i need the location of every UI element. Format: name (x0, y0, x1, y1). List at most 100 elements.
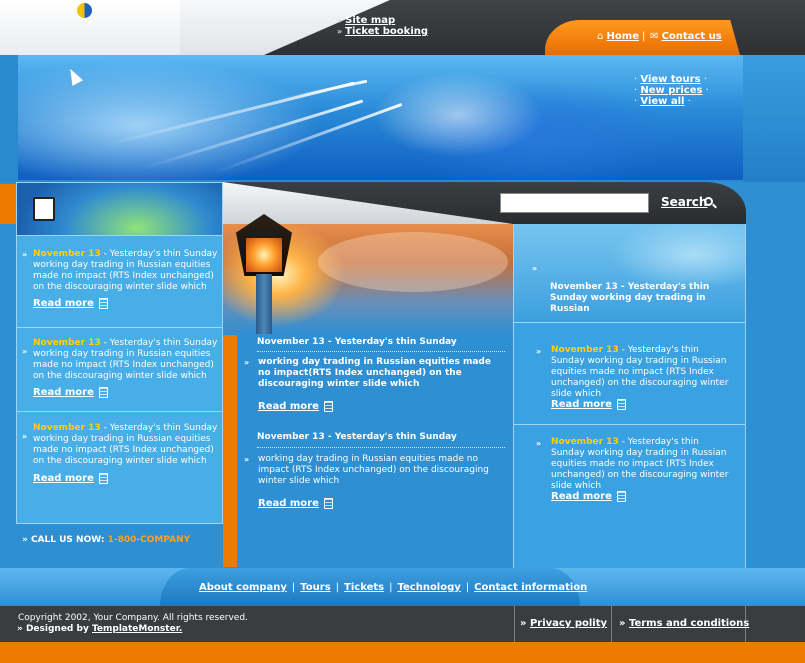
bullet-icon: » (337, 27, 343, 36)
separator: | (465, 582, 470, 593)
site-map-link[interactable]: Site map (345, 15, 395, 26)
document-icon (323, 498, 333, 509)
bullet-icon: » (244, 358, 250, 367)
left-news-item: » November 13 - Yesterday's thin Sunday … (17, 327, 222, 411)
footer-link-contact[interactable]: Contact information (474, 582, 587, 593)
footer-link-technology[interactable]: Technology (398, 582, 461, 593)
contrail-graphic (278, 79, 368, 102)
privacy-link[interactable]: Privacy polity (530, 618, 607, 629)
read-more-link[interactable]: Read more (258, 498, 319, 509)
banner-link-view-tours[interactable]: · View tours · (634, 74, 707, 85)
terms-link[interactable]: Terms and conditions (629, 618, 749, 629)
call-us-area (16, 524, 223, 566)
logo-icon[interactable] (77, 3, 92, 18)
speech-bubble-graphic (318, 232, 508, 292)
call-us-now: » CALL US NOW: 1-800-COMPANY (22, 535, 190, 545)
dot-icon: · (703, 74, 707, 85)
right-edge (746, 224, 805, 568)
read-more-link[interactable]: Read more (33, 387, 94, 398)
bullet-icon: » (337, 16, 343, 25)
home-nav[interactable]: ⌂ Home (597, 31, 639, 42)
footer-link-tours[interactable]: Tours (300, 582, 330, 593)
dot-icon: · (634, 96, 638, 107)
document-icon (98, 298, 108, 309)
search-icon[interactable] (704, 197, 713, 206)
document-icon (33, 197, 55, 221)
dot-icon: · (634, 85, 638, 96)
bullet-icon: » (17, 624, 26, 634)
view-all-link[interactable]: View all (640, 96, 684, 107)
news-date: November 13 (33, 423, 101, 433)
read-more[interactable]: Read more (33, 473, 108, 484)
read-more-link[interactable]: Read more (33, 298, 94, 309)
contact-nav[interactable]: ✉ Contact us (650, 31, 722, 42)
news-text: November 13 - Yesterday's thin Sunday wo… (33, 249, 219, 293)
center-orange-strip (223, 335, 237, 567)
document-icon (616, 399, 626, 410)
designed-by: » Designed by TemplateMonster. (17, 624, 248, 635)
footer-orange-bar (0, 642, 805, 663)
search-button[interactable]: Search (661, 195, 707, 209)
read-more-link[interactable]: Read more (551, 491, 612, 502)
read-more-link[interactable]: Read more (551, 399, 612, 410)
call-label: CALL US NOW: (30, 535, 108, 545)
news-date: November 13 (33, 249, 101, 259)
right-feature: » November 13 - Yesterday's thin Sunday … (514, 224, 745, 322)
ticket-booking-link[interactable]: Ticket booking (345, 26, 428, 37)
center-news-title: November 13 - Yesterday's thin Sunday (257, 337, 457, 347)
call-number: 1-800-COMPANY (107, 535, 191, 545)
news-text: November 13 - Yesterday's thin Sunday wo… (33, 338, 219, 382)
right-news-item: » November 13 - Yesterday's thin Sunday … (514, 322, 745, 424)
document-icon (616, 491, 626, 502)
left-news-item: » November 13 - Yesterday's thin Sunday … (17, 411, 222, 521)
privacy-nav[interactable]: » Privacy polity (520, 618, 607, 629)
read-more[interactable]: Read more (551, 491, 626, 502)
news-text: November 13 - Yesterday's thin Sunday wo… (551, 437, 735, 492)
news-date: November 13 (33, 338, 101, 348)
separator: | (389, 582, 393, 593)
read-more-link[interactable]: Read more (33, 473, 94, 484)
banner-link-view-all[interactable]: · View all · (634, 96, 691, 107)
bullet-icon: » (520, 618, 530, 629)
search-input[interactable] (500, 193, 649, 213)
left-orange-strip (0, 184, 16, 224)
left-news-item: » November 13 - Yesterday's thin Sunday … (17, 235, 222, 327)
bullet-icon: » (22, 432, 28, 441)
news-text: November 13 - Yesterday's thin Sunday wo… (33, 423, 219, 467)
bullet-icon: » (244, 455, 250, 464)
nav-ticket-booking[interactable]: » Ticket booking (337, 26, 428, 37)
separator: | (335, 582, 340, 593)
footer-link-about[interactable]: About company (199, 582, 287, 593)
read-more[interactable]: Read more (33, 298, 108, 309)
lamp-glow (246, 238, 282, 272)
lamp-post (256, 274, 272, 334)
bullet-icon: » (22, 347, 28, 356)
view-tours-link[interactable]: View tours (640, 74, 700, 85)
nav-site-map[interactable]: » Site map (337, 15, 395, 26)
banner-link-new-prices[interactable]: · New prices · (634, 85, 709, 96)
banner-right-edge (743, 55, 805, 182)
dot-icon: · (634, 74, 638, 85)
news-date: November 13 (551, 345, 619, 355)
read-more[interactable]: Read more (258, 498, 333, 509)
separator: | (291, 582, 296, 593)
read-more[interactable]: Read more (551, 399, 626, 410)
footer-link-tickets[interactable]: Tickets (344, 582, 384, 593)
contact-us-link[interactable]: Contact us (662, 31, 722, 42)
designed-by-label: Designed by (25, 624, 92, 634)
read-more[interactable]: Read more (258, 401, 333, 412)
terms-nav[interactable]: » Terms and conditions (619, 618, 749, 629)
bullet-icon: » (619, 618, 629, 629)
read-more-link[interactable]: Read more (258, 401, 319, 412)
copyright-block: Copyright 2002, Your Company. All rights… (17, 613, 248, 635)
new-prices-link[interactable]: New prices (640, 85, 702, 96)
bullet-icon: » (536, 347, 542, 356)
dotted-divider (257, 447, 505, 448)
home-link[interactable]: Home (607, 31, 639, 42)
dot-icon: · (705, 85, 709, 96)
read-more[interactable]: Read more (33, 387, 108, 398)
bullet-icon: » (22, 535, 31, 545)
envelope-icon: ✉ (650, 31, 659, 42)
dot-icon: · (687, 96, 691, 107)
templatemonster-link[interactable]: TemplateMonster. (92, 624, 182, 634)
